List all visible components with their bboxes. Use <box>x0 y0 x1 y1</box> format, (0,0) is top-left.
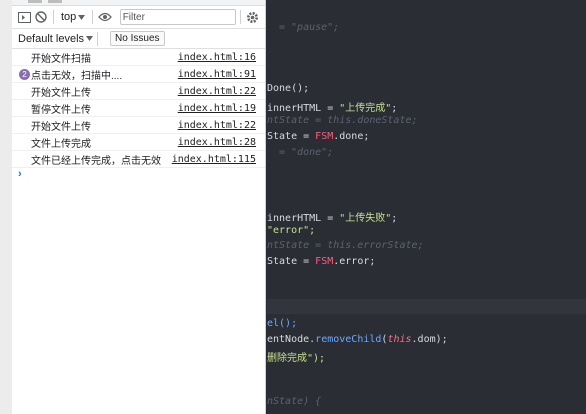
toolbar-divider <box>97 31 99 46</box>
context-selector[interactable]: top <box>58 11 88 23</box>
console-message: 暂停文件上传 index.html:19 <box>12 100 265 117</box>
console-message: 文件上传完成 index.html:28 <box>12 134 265 151</box>
live-expression-eye-icon[interactable] <box>97 8 114 26</box>
message-text: 开始文件上传 <box>31 121 91 133</box>
console-message: 开始文件上传 index.html:22 <box>12 83 265 100</box>
code-line: ntState = this.doneState; <box>267 115 418 126</box>
console-message: 文件已经上传完成，点击无效 index.html:115 <box>12 151 265 168</box>
code-line: entNode.removeChild(this.dom); <box>267 334 448 345</box>
code-line: 删除完成"); <box>267 349 325 364</box>
code-text: innerHTML = <box>267 213 340 224</box>
gear-icon[interactable] <box>245 8 262 26</box>
console-message: 开始文件扫描 index.html:16 <box>12 49 265 66</box>
code-comment: nState) { <box>267 396 322 407</box>
code-string: "上传完成" <box>339 103 392 114</box>
filter-placeholder: Filter <box>122 11 145 23</box>
code-comment: ntState = this.errorState; <box>267 240 424 251</box>
code-identifier: FSM <box>315 256 334 267</box>
context-label: top <box>60 11 77 23</box>
source-link[interactable]: index.html:91 <box>178 69 256 80</box>
code-line: State = FSM.done; <box>267 131 369 142</box>
code-text: entNode. <box>267 334 316 345</box>
code-method: removeChild <box>315 334 382 345</box>
code-text: Done(); <box>267 83 310 94</box>
code-line: "error"; <box>267 225 315 236</box>
source-link[interactable]: index.html:16 <box>178 52 256 63</box>
code-line: nState) { <box>267 396 321 407</box>
devtools-console-panel: top Filter Default levels No Issues 开始文件… <box>12 0 266 414</box>
console-toolbar: top Filter <box>12 6 265 29</box>
console-message: 开始文件上传 index.html:22 <box>12 117 265 134</box>
toolbar-divider <box>92 10 94 24</box>
dropdown-arrow-icon <box>78 14 86 20</box>
sidebar-toggle-icon[interactable] <box>16 8 33 26</box>
current-line-highlight <box>267 299 586 314</box>
code-identifier: FSM <box>315 131 334 142</box>
code-text: State = <box>267 131 316 142</box>
code-line: Done(); <box>267 83 309 94</box>
source-link[interactable]: index.html:115 <box>172 154 256 165</box>
log-levels-dropdown[interactable]: Default levels <box>18 32 94 45</box>
code-text: innerHTML = <box>267 103 340 114</box>
prompt-chevron-icon: › <box>18 168 22 180</box>
issues-button[interactable]: No Issues <box>110 31 165 46</box>
code-text: .dom); <box>411 334 448 345</box>
code-line: = "done"; <box>279 147 333 158</box>
message-text: 文件已经上传完成，点击无效 <box>31 155 161 167</box>
code-line: State = FSM.error; <box>267 256 375 267</box>
message-text: 文件上传完成 <box>31 138 91 150</box>
devtools-tab-strip <box>12 0 265 6</box>
code-string: "上传失败" <box>339 213 392 224</box>
console-log-list: 开始文件扫描 index.html:16 2 点击无效，扫描中.... inde… <box>12 49 265 182</box>
code-text: .done; <box>333 131 370 142</box>
code-line: el(); <box>267 318 297 329</box>
code-text: ; <box>391 103 398 114</box>
code-comment: = "done"; <box>279 147 334 158</box>
code-text: .error; <box>333 256 376 267</box>
code-comment: = "pause"; <box>279 22 340 33</box>
log-levels-label: Default levels <box>18 32 85 45</box>
source-link[interactable]: index.html:19 <box>178 103 256 114</box>
code-text: State = <box>267 256 316 267</box>
message-text: 开始文件上传 <box>31 87 91 99</box>
tab-indicator <box>48 0 62 3</box>
code-text: el(); <box>267 318 298 329</box>
code-editor: = "pause"; Done(); innerHTML = "上传完成"; n… <box>267 0 586 414</box>
source-link[interactable]: index.html:22 <box>178 86 256 97</box>
source-link[interactable]: index.html:28 <box>178 137 256 148</box>
console-prompt[interactable]: › <box>12 168 265 182</box>
toolbar-divider <box>53 10 54 24</box>
clear-console-icon[interactable] <box>33 8 50 26</box>
code-line: innerHTML = "上传失败"; <box>267 209 397 224</box>
tab-indicator <box>28 0 42 3</box>
filter-input[interactable]: Filter <box>119 9 236 25</box>
code-line: ntState = this.errorState; <box>267 240 424 251</box>
code-string: 删除完成"); <box>267 353 326 364</box>
console-message: 2 点击无效，扫描中.... index.html:91 <box>12 66 265 83</box>
toolbar-divider <box>239 10 241 24</box>
dropdown-arrow-icon <box>86 36 94 41</box>
message-text: 暂停文件上传 <box>31 104 91 116</box>
console-filter-bar: Default levels No Issues <box>12 29 265 49</box>
code-comment: ntState = this.doneState; <box>267 115 418 126</box>
code-keyword: this <box>387 334 412 345</box>
source-link[interactable]: index.html:22 <box>178 120 256 131</box>
repeat-count-badge: 2 <box>19 68 30 80</box>
message-text: 开始文件扫描 <box>31 53 91 65</box>
message-text: 点击无效，扫描中.... <box>31 70 123 82</box>
code-line: innerHTML = "上传完成"; <box>267 99 397 114</box>
code-text: ; <box>391 213 398 224</box>
code-line: = "pause"; <box>279 22 339 33</box>
code-string: "error"; <box>267 225 316 236</box>
